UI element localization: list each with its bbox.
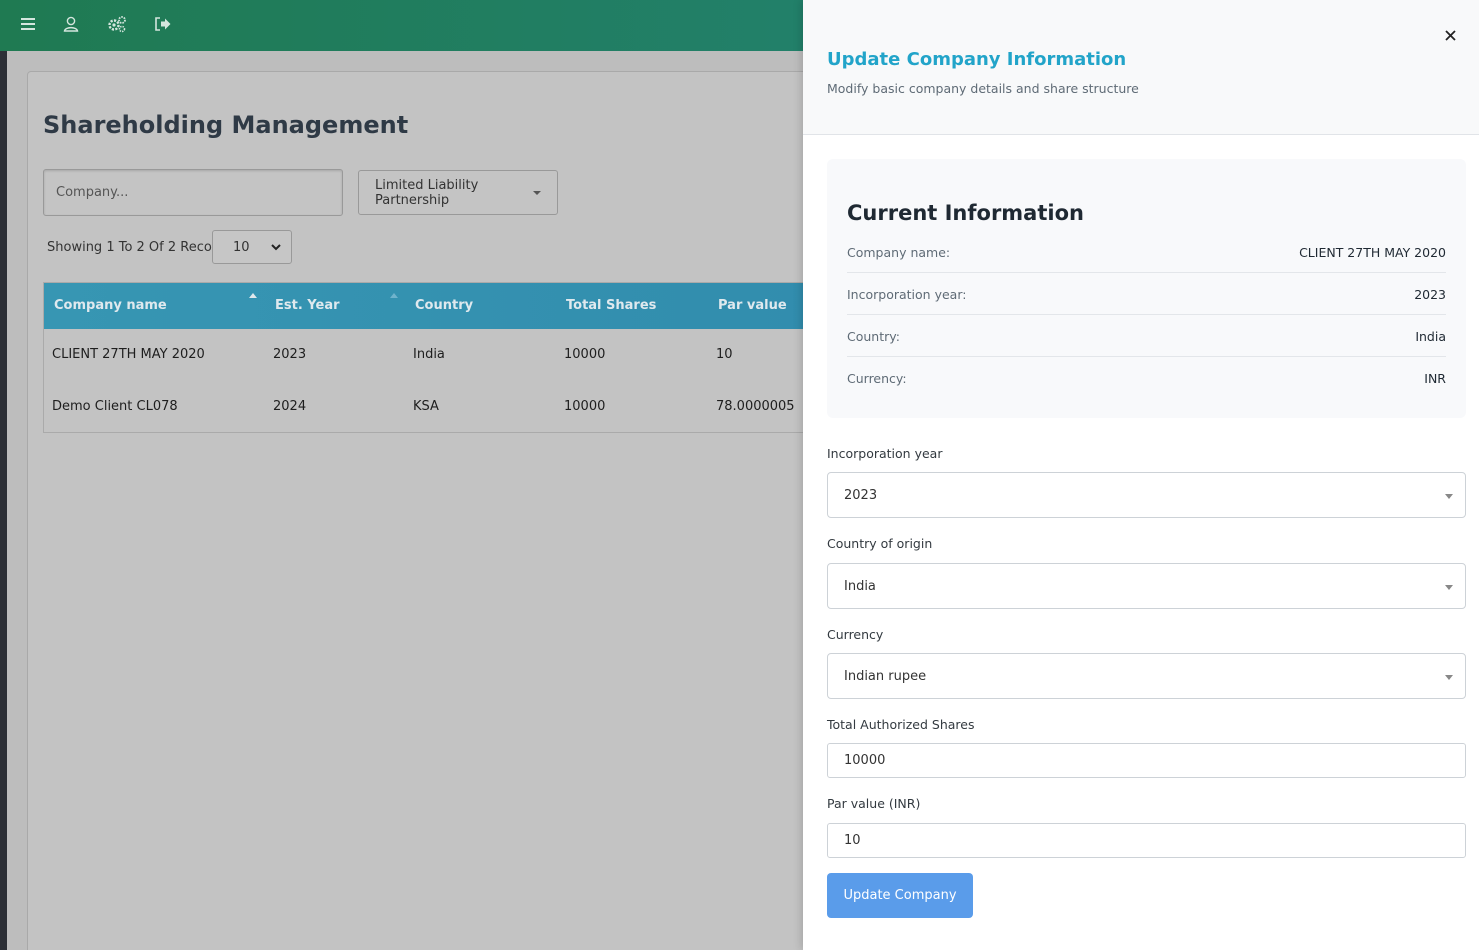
- country-of-origin-select[interactable]: India: [827, 563, 1466, 609]
- currency-select[interactable]: Indian rupee: [827, 653, 1466, 699]
- currency-value: Indian rupee: [844, 668, 927, 684]
- current-information-panel: Current Information Company name: CLIENT…: [827, 159, 1466, 418]
- cell-country: India: [413, 347, 445, 362]
- cell-company-name: CLIENT 27TH MAY 2020: [52, 347, 205, 362]
- currency-label: Currency: [827, 627, 884, 642]
- incorporation-year-value: 2023: [844, 487, 878, 503]
- company-type-select[interactable]: Limited Liability Partnership: [358, 170, 558, 215]
- sidebar-strip: [0, 51, 7, 950]
- info-row-company-name: Company name: CLIENT 27TH MAY 2020: [847, 231, 1446, 273]
- info-value: India: [1415, 329, 1446, 344]
- page-title: Shareholding Management: [43, 111, 409, 139]
- cell-est-year: 2024: [273, 399, 307, 414]
- par-value-label: Par value (INR): [827, 796, 921, 811]
- chevron-down-icon: [1445, 494, 1453, 499]
- total-authorized-shares-value: 10000: [844, 753, 886, 768]
- chevron-down-icon: [271, 243, 281, 250]
- current-information-title: Current Information: [847, 201, 1084, 225]
- info-label: Incorporation year:: [847, 287, 967, 302]
- total-authorized-shares-label: Total Authorized Shares: [827, 717, 975, 732]
- cell-country: KSA: [413, 399, 439, 414]
- chevron-down-icon: [1445, 675, 1453, 680]
- info-value: CLIENT 27TH MAY 2020: [1299, 245, 1446, 260]
- cell-est-year: 2023: [273, 347, 307, 362]
- logout-icon[interactable]: [152, 13, 174, 35]
- company-type-value: Limited Liability Partnership: [375, 177, 479, 208]
- info-label: Currency:: [847, 371, 907, 386]
- page-size-value: 10: [233, 239, 250, 255]
- drawer-subtitle: Modify basic company details and share s…: [827, 81, 1139, 96]
- menu-icon[interactable]: [17, 13, 39, 35]
- sort-asc-icon: [249, 293, 257, 298]
- company-search-input[interactable]: Company...: [43, 169, 343, 216]
- column-header-company-name[interactable]: Company name: [54, 298, 167, 313]
- drawer-header: Update Company Information Modify basic …: [803, 0, 1479, 135]
- par-value-value: 10: [844, 833, 861, 848]
- column-header-total-shares[interactable]: Total Shares: [566, 298, 656, 313]
- chevron-down-icon: [533, 190, 541, 195]
- company-search-placeholder: Company...: [56, 185, 129, 200]
- close-icon: [1444, 29, 1456, 41]
- cell-par-value: 78.0000005: [716, 399, 795, 414]
- cell-total-shares: 10000: [564, 399, 606, 414]
- info-value: 2023: [1414, 287, 1446, 302]
- drawer-title: Update Company Information: [827, 49, 1127, 70]
- incorporation-year-label: Incorporation year: [827, 446, 943, 461]
- column-header-est-year[interactable]: Est. Year: [275, 298, 340, 313]
- info-value: INR: [1424, 371, 1446, 386]
- country-of-origin-value: India: [844, 578, 876, 594]
- cell-total-shares: 10000: [564, 347, 606, 362]
- info-row-incorporation-year: Incorporation year: 2023: [847, 273, 1446, 315]
- info-label: Country:: [847, 329, 900, 344]
- column-header-par-value[interactable]: Par value: [718, 298, 787, 313]
- chevron-down-icon: [1445, 585, 1453, 590]
- cell-par-value: 10: [716, 347, 733, 362]
- page-size-select[interactable]: 10: [212, 230, 292, 264]
- sort-icon: [390, 293, 398, 298]
- column-header-country[interactable]: Country: [415, 298, 473, 313]
- close-button[interactable]: [1439, 24, 1461, 46]
- country-of-origin-label: Country of origin: [827, 536, 933, 551]
- incorporation-year-select[interactable]: 2023: [827, 472, 1466, 518]
- info-label: Company name:: [847, 245, 951, 260]
- update-company-drawer: Update Company Information Modify basic …: [803, 0, 1479, 950]
- settings-icon[interactable]: [106, 13, 128, 35]
- records-count: Showing 1 To 2 Of 2 Records: [47, 240, 232, 255]
- info-row-currency: Currency: INR: [847, 357, 1446, 399]
- total-authorized-shares-input[interactable]: 10000: [827, 743, 1466, 778]
- info-row-country: Country: India: [847, 315, 1446, 357]
- par-value-input[interactable]: 10: [827, 823, 1466, 858]
- update-company-button[interactable]: Update Company: [827, 873, 973, 918]
- user-icon[interactable]: [60, 13, 82, 35]
- cell-company-name: Demo Client CL078: [52, 399, 178, 414]
